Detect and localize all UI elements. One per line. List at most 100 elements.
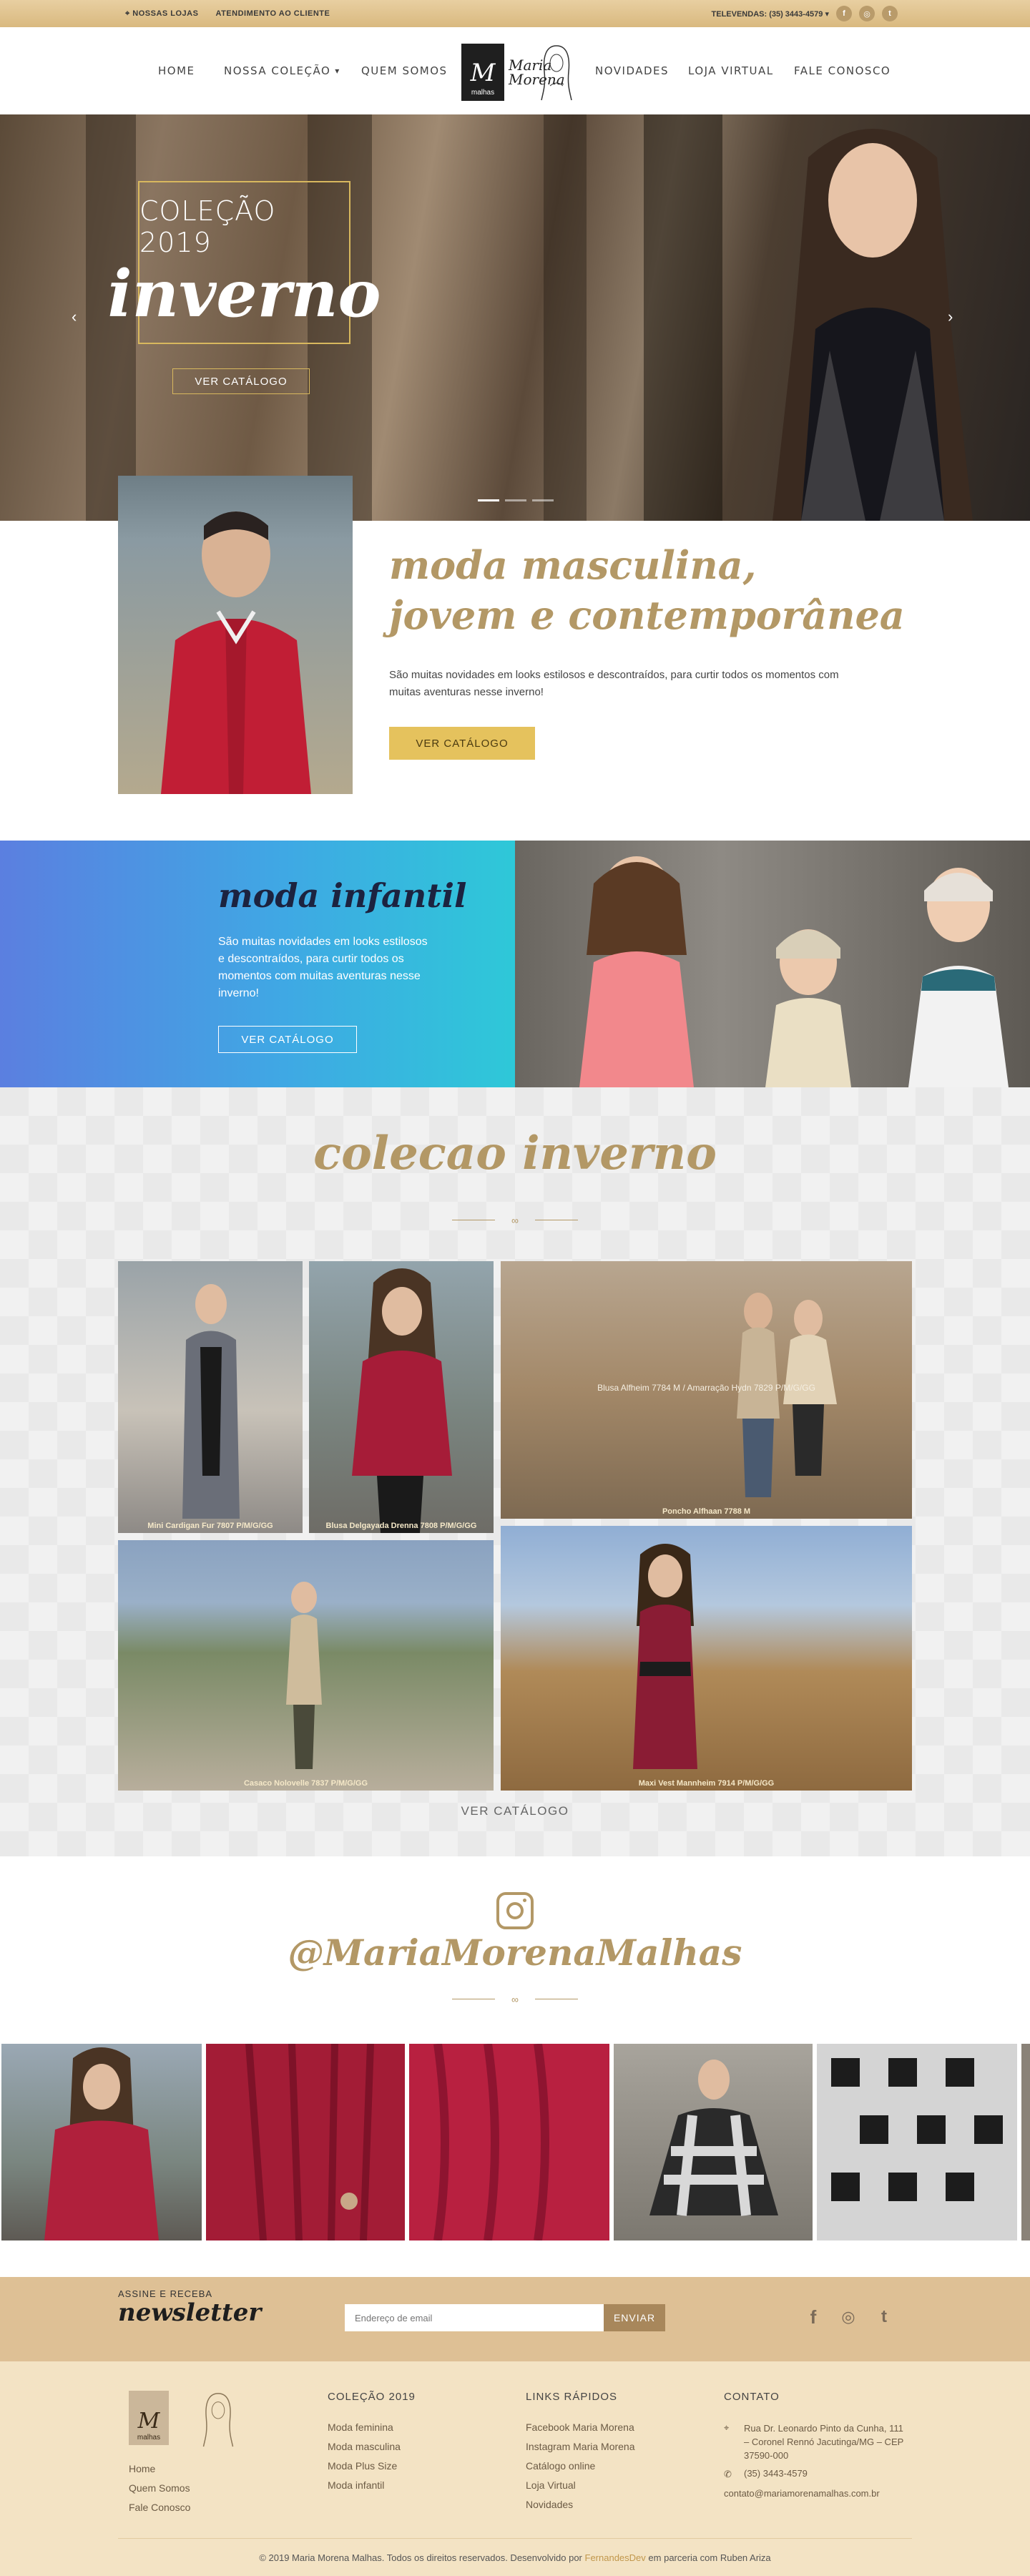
masculina-catalog-button[interactable]: VER CATÁLOGO xyxy=(389,727,535,760)
stores-link[interactable]: ⌖ NOSSAS LOJAS xyxy=(125,9,198,19)
footer-address: Rua Dr. Leonardo Pinto da Cunha, 111 – C… xyxy=(744,2423,904,2461)
infantil-image xyxy=(515,841,1030,1087)
footer-link[interactable]: Novidades xyxy=(526,2499,573,2510)
nav-novidades[interactable]: NOVIDADES xyxy=(595,27,669,114)
infantil-catalog-button[interactable]: VER CATÁLOGO xyxy=(218,1026,357,1053)
footer-logo[interactable]: M malhas xyxy=(129,2391,236,2448)
footer-link[interactable]: Moda Plus Size xyxy=(328,2460,397,2472)
photo-knit-closeup xyxy=(245,2044,374,2240)
instagram-photo[interactable] xyxy=(614,2044,813,2240)
kids-illustration xyxy=(579,856,1009,1087)
slider-dot[interactable] xyxy=(532,499,554,501)
phone-icon: ✆ xyxy=(724,2469,732,2479)
photo-model-image xyxy=(649,2060,778,2216)
footer-link[interactable]: Moda infantil xyxy=(328,2479,384,2491)
arrow-right-icon[interactable]: › xyxy=(948,308,953,326)
logo[interactable]: M malhas Maria Morena xyxy=(461,43,573,102)
instagram-icon[interactable]: ◎ xyxy=(859,6,875,21)
footer-link[interactable]: Instagram Maria Morena xyxy=(526,2441,635,2452)
twitter-icon[interactable]: t xyxy=(882,6,898,21)
customer-service-link[interactable]: ATENDIMENTO AO CLIENTE xyxy=(215,9,330,18)
slider-dot[interactable] xyxy=(505,499,526,501)
ornament-icon: ∞ xyxy=(511,1215,519,1226)
logo-face-illustration xyxy=(541,45,572,101)
masculina-title: moda masculina, jovem e contemporânea xyxy=(389,542,905,638)
footer-link[interactable]: Fale Conosco xyxy=(129,2502,190,2513)
hero-subtitle: COLEÇÃO 2019 xyxy=(139,195,276,258)
tile-caption: Poncho Alfhaan 7788 M xyxy=(662,1507,751,1516)
instagram-photo[interactable] xyxy=(206,2044,405,2240)
footer-link[interactable]: Loja Virtual xyxy=(526,2479,576,2491)
slider-dot[interactable] xyxy=(478,499,499,501)
collection-tile[interactable]: Blusa Alfheim 7784 M / Amarração Hydn 78… xyxy=(501,1261,912,1519)
instagram-photo[interactable] xyxy=(1,2044,202,2240)
developer-link[interactable]: FernandesDev xyxy=(585,2552,646,2563)
footer-link[interactable]: Quem Somos xyxy=(129,2482,190,2494)
photo-plaid-closeup xyxy=(831,2058,1003,2201)
tile-caption: Maxi Vest Mannheim 7914 P/M/G/GG xyxy=(638,1779,775,1788)
footer-link[interactable]: Catálogo online xyxy=(526,2460,595,2472)
collection-tile[interactable]: Mini Cardigan Fur 7807 P/M/G/GG xyxy=(118,1261,303,1533)
twitter-icon[interactable]: t xyxy=(873,2306,896,2328)
hero-catalog-button[interactable]: VER CATÁLOGO xyxy=(172,368,310,394)
instagram-icon[interactable]: ◎ xyxy=(837,2306,860,2328)
footer-link[interactable]: Moda feminina xyxy=(328,2421,393,2433)
tile-model-image xyxy=(182,1284,240,1519)
ornament-divider: ∞ xyxy=(452,1213,578,1228)
collection-tile[interactable]: Blusa Delgayada Drenna 7808 P/M/G/GG xyxy=(309,1261,494,1533)
chevron-down-icon: ▾ xyxy=(335,66,340,76)
masculina-image xyxy=(118,476,353,794)
collection-tile[interactable]: Casaco Nolovelle 7837 P/M/G/GG xyxy=(118,1540,494,1791)
tile-caption: Casaco Nolovelle 7837 P/M/G/GG xyxy=(243,1779,368,1788)
instagram-photo[interactable] xyxy=(1021,2044,1030,2240)
footer-link[interactable]: Facebook Maria Morena xyxy=(526,2421,634,2433)
collection-tile[interactable]: Maxi Vest Mannheim 7914 P/M/G/GG xyxy=(501,1526,912,1791)
footer-email[interactable]: contato@mariamorenamalhas.com.br xyxy=(724,2488,880,2499)
masculina-model-illustration xyxy=(161,511,311,794)
newsletter-submit-button[interactable]: ENVIAR xyxy=(604,2304,665,2331)
newsletter-title: newsletter xyxy=(118,2298,262,2327)
ornament-icon: ∞ xyxy=(511,1994,519,2005)
instagram-photo[interactable] xyxy=(817,2044,1017,2240)
footer-logo-face xyxy=(202,2393,234,2447)
tile-caption: Mini Cardigan Fur 7807 P/M/G/GG xyxy=(147,1522,273,1530)
instagram-icon[interactable] xyxy=(496,1892,534,1929)
colecao-catalog-link[interactable]: VER CATÁLOGO xyxy=(0,1804,1030,1818)
instagram-flash xyxy=(523,1899,526,1902)
infantil-title: moda infantil xyxy=(218,876,467,915)
hero-title-box: COLEÇÃO 2019 inverno xyxy=(107,181,381,344)
hero-slider: COLEÇÃO 2019 inverno VER CATÁLOGO ‹ › xyxy=(0,114,1030,521)
tile-overlay-text: Blusa Alfheim 7784 M / Amarração Hydn 78… xyxy=(597,1383,815,1393)
nav-fale-conosco[interactable]: FALE CONOSCO xyxy=(794,27,891,114)
main-nav: HOME NOSSA COLEÇÃO ▾ QUEM SOMOS M malhas… xyxy=(0,27,1030,114)
nav-colecao[interactable]: NOSSA COLEÇÃO ▾ xyxy=(224,27,340,114)
nav-quem-somos[interactable]: QUEM SOMOS xyxy=(361,27,448,114)
nav-home[interactable]: HOME xyxy=(158,27,195,114)
photo-knit-closeup xyxy=(433,2044,549,2240)
phone-dropdown[interactable]: TELEVENDAS: (35) 3443-4579 ▾ xyxy=(712,9,829,19)
tile-caption: Blusa Delgayada Drenna 7808 P/M/G/GG xyxy=(325,1522,477,1530)
facebook-icon[interactable]: f xyxy=(802,2306,825,2328)
tile-model-image xyxy=(633,1544,697,1769)
rock-texture xyxy=(644,114,722,521)
instagram-photo[interactable] xyxy=(409,2044,609,2240)
hero-title: inverno xyxy=(107,256,381,332)
ornament-divider: ∞ xyxy=(452,1992,578,2007)
rock-texture xyxy=(544,114,587,521)
tile-model-image xyxy=(286,1582,322,1769)
footer-link[interactable]: Home xyxy=(129,2463,155,2474)
footer-phone[interactable]: (35) 3443-4579 xyxy=(744,2468,808,2479)
footer-link[interactable]: Moda masculina xyxy=(328,2441,401,2452)
nav-loja-virtual[interactable]: LOJA VIRTUAL xyxy=(688,27,774,114)
top-bar: ⌖ NOSSAS LOJAS ATENDIMENTO AO CLIENTE TE… xyxy=(0,0,1030,27)
instagram-handle[interactable]: @MariaMorenaMalhas xyxy=(0,1931,1030,1974)
arrow-left-icon[interactable]: ‹ xyxy=(72,308,77,326)
facebook-icon[interactable]: f xyxy=(836,6,852,21)
location-icon: ⌖ xyxy=(724,2422,730,2433)
colecao-title: colecao inverno xyxy=(313,1127,717,1180)
footer-colecao-title: COLEÇÃO 2019 xyxy=(328,2391,416,2403)
map-pin-icon: ⌖ xyxy=(125,9,130,18)
newsletter-email-input[interactable] xyxy=(345,2304,604,2331)
photo-model-image xyxy=(44,2047,159,2240)
footer-contact-title: CONTATO xyxy=(724,2391,780,2403)
